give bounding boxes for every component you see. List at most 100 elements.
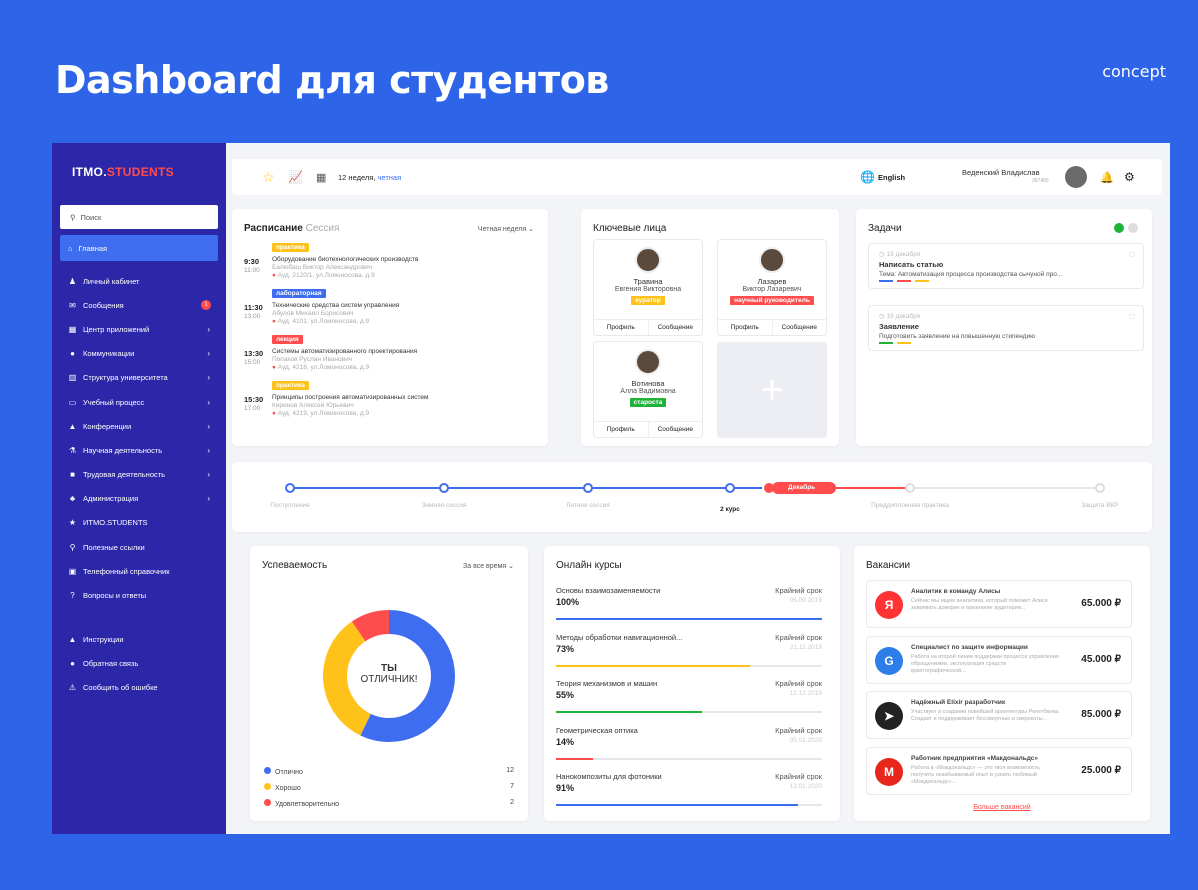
search-input[interactable]: ⚲ Поиск — [60, 205, 218, 229]
main-area: ☆ 📈 ▦ 12 неделя, четная 🌐 English Веденс… — [232, 143, 1170, 834]
vacancy-card[interactable]: Я Аналитик в команду Алисы Сейчас мы ищем … — [866, 580, 1132, 628]
sidebar-item-label: Сообщить об ошибке — [83, 682, 158, 692]
sidebar-item[interactable]: ▥ Структура университета › — [60, 366, 218, 390]
sidebar-item[interactable]: ● Коммуникации › — [60, 342, 218, 366]
course-percent: 14% — [556, 736, 575, 747]
gear-icon[interactable]: ⚙ — [1124, 170, 1135, 184]
task-date: ◷ 19 декабря — [879, 250, 1133, 258]
room-address: Ауд. 4218, ул.Ломоносова, д.9 — [277, 364, 370, 371]
link-icon: ⚲ — [69, 542, 76, 552]
vacancy-card[interactable]: M Работник предприятия «Макдональдс» Работ… — [866, 746, 1132, 795]
vacancy-card[interactable]: G Специалист по защите информации Работа н… — [866, 635, 1132, 684]
sidebar-item-label: Вопросы и ответы — [83, 591, 147, 601]
progress-fill — [556, 804, 799, 806]
course-name: Методы обработки навигационной... — [556, 632, 683, 642]
sidebar-item[interactable]: ? Вопросы и ответы — [60, 583, 218, 607]
person-card: Вотинова Алла Вадимовна староста Профиль Соо… — [593, 341, 703, 438]
sidebar-item[interactable]: ▭ Учебный процесс › — [60, 390, 218, 414]
legend-item: Удовлетворительно 2 — [264, 799, 514, 808]
vacancy-card[interactable]: ➤ Надёжный Elixir разработчик Участвует в … — [866, 691, 1132, 739]
course-name: Нанокомпозиты для фотоники — [556, 772, 662, 781]
more-vacancies-link[interactable]: Больше вакансий — [854, 804, 1150, 811]
profile-button[interactable]: Профиль — [594, 422, 649, 437]
logo-glyph: ➤ — [883, 709, 895, 723]
deadline-label: Крайний срок — [775, 679, 822, 688]
week-indicator: 12 неделя, четная — [338, 173, 401, 182]
star-icon[interactable]: ☆ — [262, 169, 275, 186]
rostelecom-logo: G — [875, 646, 903, 675]
profile-button[interactable]: Профиль — [594, 320, 649, 335]
timeline-track — [285, 481, 1105, 495]
sidebar-item-label: Администрация — [83, 494, 139, 504]
person-last-name: Лазарев — [757, 277, 787, 286]
courses-title: Онлайн курсы — [556, 560, 622, 571]
avatar[interactable] — [1065, 166, 1087, 188]
lesson-type-tag: практика — [272, 243, 309, 252]
donut-center-line1: ТЫ — [381, 663, 397, 674]
sidebar-item[interactable]: ▲ Конференции › — [60, 414, 218, 438]
message-button[interactable]: Сообщение — [773, 320, 827, 335]
message-button[interactable]: Сообщение — [649, 422, 703, 437]
legend-value: 7 — [510, 783, 514, 790]
person-card: Травина Евгения Викторовна куратор Профиль С… — [593, 239, 703, 336]
sidebar-item-label: Инструкции — [83, 634, 124, 644]
sidebar-item[interactable]: ▣ Телефонный справочник — [60, 559, 218, 583]
course-name: Основы взаимозаменяемости — [556, 586, 661, 595]
sidebar-item-home[interactable]: ⌂ Главная — [60, 235, 218, 261]
sidebar-item[interactable]: ⚗ Научная деятельность › — [60, 438, 218, 462]
sidebar-item-label: Учебный процесс — [83, 397, 145, 407]
home-icon: ⌂ — [68, 243, 73, 253]
add-task-icon[interactable] — [1114, 223, 1124, 233]
course-percent: 100% — [556, 597, 580, 607]
language-selector[interactable]: English — [878, 173, 905, 182]
logo[interactable]: ITMO.STUDENTS — [72, 165, 174, 179]
sidebar-item[interactable]: ♟ Личный кабинет — [60, 269, 218, 293]
add-person-button[interactable]: + — [717, 342, 827, 438]
task-card[interactable]: ◷ 19 декабря Написать статью Тема: Автомат… — [868, 243, 1144, 289]
week-filter[interactable]: Четная неделя ⌄ — [478, 225, 534, 233]
period-filter[interactable]: За все время ⌄ — [463, 562, 514, 570]
week-filter-label: Четная неделя — [477, 226, 527, 233]
sidebar-item[interactable]: ♣ Администрация › — [60, 487, 218, 511]
more-icon[interactable] — [1128, 223, 1138, 233]
start-time: 13:30 — [244, 349, 264, 358]
room-address: Ауд. 4101, ул.Ломоносова, д.9 — [277, 318, 370, 325]
sidebar-item[interactable]: ⚲ Полезные ссылки — [60, 535, 218, 559]
sidebar-item[interactable]: ▦ Центр приложений › — [60, 317, 218, 341]
sidebar-item[interactable]: ★ ИТМО.STUDENTS — [60, 511, 218, 535]
chart-icon[interactable]: 📈 — [288, 170, 303, 184]
calendar-icon[interactable]: ▦ — [316, 171, 326, 184]
instructions-icon: ▲ — [68, 634, 77, 644]
avatar[interactable] — [759, 247, 785, 273]
question-icon: ? — [70, 591, 75, 601]
sidebar-item[interactable]: ■ Трудовая деятельность › — [60, 463, 218, 487]
sidebar-item-label: Трудовая деятельность — [83, 470, 166, 480]
avatar[interactable] — [635, 247, 661, 273]
building-icon: ▥ — [68, 373, 77, 383]
message-button[interactable]: Сообщение — [649, 320, 703, 335]
bell-icon[interactable]: 🔔 — [1100, 171, 1114, 184]
sidebar-item[interactable]: ⚠ Сообщить об ошибке — [60, 675, 218, 699]
schedule-tab-main[interactable]: Расписание — [244, 223, 303, 234]
start-time: 11:30 — [244, 303, 263, 312]
sidebar-item[interactable]: ▲ Инструкции — [60, 627, 218, 651]
schedule-tab-session[interactable]: Сессия — [306, 223, 340, 234]
avatar[interactable] — [635, 349, 661, 375]
sidebar-item[interactable]: ● Обратная связь — [60, 651, 218, 675]
profile-button[interactable]: Профиль — [718, 320, 773, 335]
star-icon: ★ — [68, 518, 77, 528]
user-name[interactable]: Веденский Владислав — [962, 168, 1040, 177]
chevron-right-icon: › — [207, 494, 210, 504]
vacancy-salary: 85.000 ₽ — [1081, 709, 1121, 720]
globe-icon[interactable]: 🌐 — [860, 170, 875, 184]
logo-glyph: G — [884, 653, 894, 668]
task-menu-icon[interactable]: ▢ — [1129, 312, 1135, 320]
sidebar-item[interactable]: ✉ Сообщения 1 — [60, 293, 218, 317]
room-address: Ауд. 4219, ул.Ломоносова, д.9 — [277, 410, 370, 417]
hero-title: Dashboard для студентов — [55, 58, 609, 102]
task-card[interactable]: ◷ 19 декабря Заявление Подготовить заявлен… — [868, 305, 1144, 351]
task-color-tag — [879, 342, 893, 344]
task-menu-icon[interactable]: ▢ — [1129, 250, 1135, 258]
notification-badge: 1 — [201, 300, 211, 311]
person-last-name: Травина — [633, 277, 663, 286]
